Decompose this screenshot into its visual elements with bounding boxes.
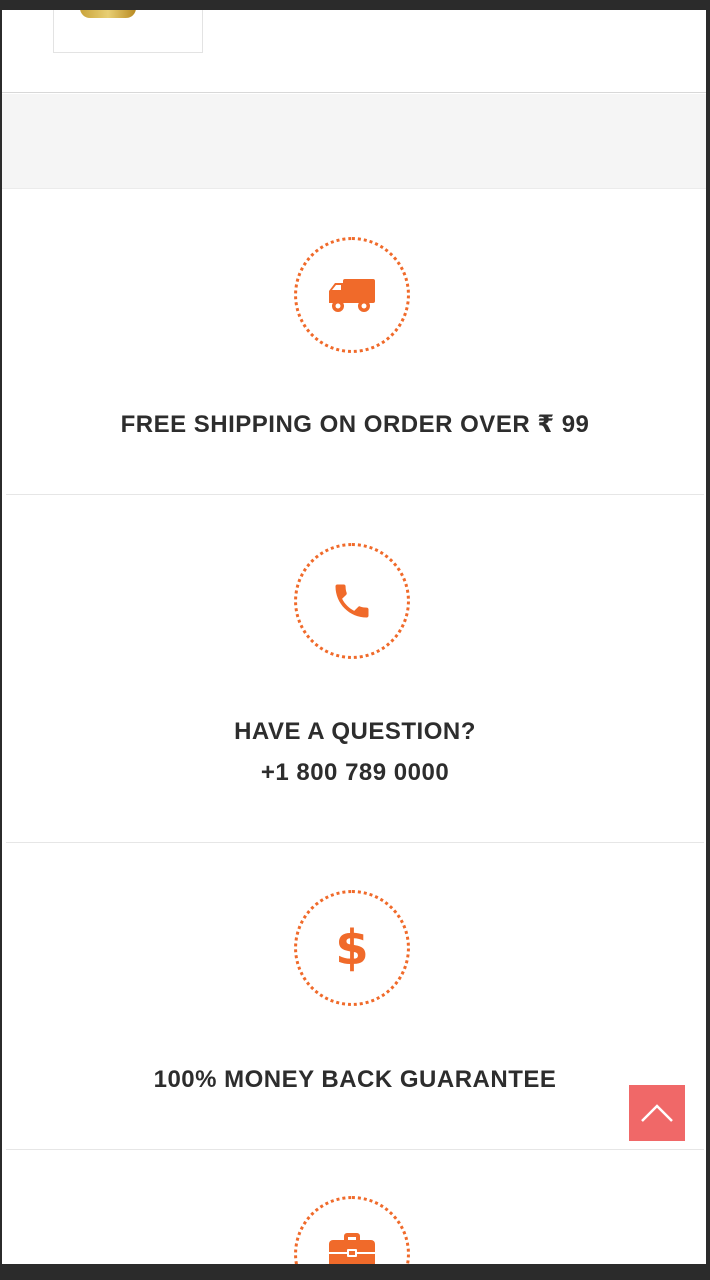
icon-circle (294, 1196, 410, 1264)
phone-icon (335, 584, 369, 618)
feature-free-shipping: FREE SHIPPING ON ORDER OVER ₹ 99 (6, 189, 704, 495)
dollar-icon: $ (335, 920, 369, 976)
icon-circle (294, 237, 410, 353)
grey-spacer-band (2, 94, 706, 189)
briefcase-icon (329, 1233, 375, 1264)
page-viewport: FREE SHIPPING ON ORDER OVER ₹ 99 HAVE A … (2, 10, 706, 1264)
section-divider (2, 92, 706, 93)
phone-number[interactable]: +1 800 789 0000 (6, 752, 704, 793)
feature-title: HAVE A QUESTION? (234, 718, 476, 745)
feature-title: 100% MONEY BACK GUARANTEE (153, 1066, 557, 1093)
product-thumbnail[interactable] (53, 10, 203, 53)
icon-circle (294, 543, 410, 659)
icon-circle: $ (294, 890, 410, 1006)
bottom-system-bar (0, 1264, 710, 1280)
truck-icon (329, 279, 375, 312)
chevron-up-icon (641, 1104, 673, 1122)
feature-have-question: HAVE A QUESTION? +1 800 789 0000 (6, 495, 704, 843)
feature-title: FREE SHIPPING ON ORDER OVER ₹ 99 (120, 411, 590, 438)
back-to-top-button[interactable] (629, 1085, 685, 1141)
feature-partial (6, 1150, 704, 1264)
feature-money-back: $ 100% MONEY BACK GUARANTEE (6, 843, 704, 1150)
product-image-fragment (80, 10, 136, 18)
